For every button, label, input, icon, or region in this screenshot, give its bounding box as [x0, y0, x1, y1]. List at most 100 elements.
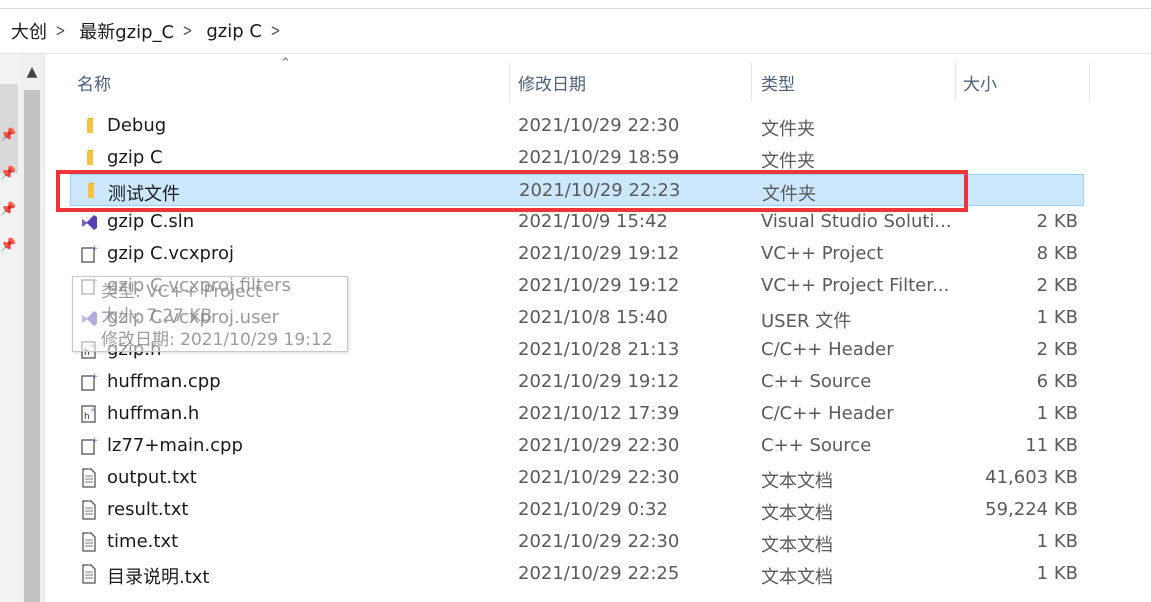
file-name: huffman.cpp: [107, 371, 221, 392]
file-name: 目录说明.txt: [107, 567, 210, 588]
file-type: 文本文档: [761, 503, 833, 524]
file-row[interactable]: result.txt 2021/10/29 0:32 文本文档 59,224 KB: [70, 494, 1084, 526]
file-type: C/C++ Header: [761, 403, 894, 424]
file-date: 2021/10/29 22:30: [518, 531, 680, 552]
file-row[interactable]: + lz77+main.cpp 2021/10/29 22:30 C++ Source…: [70, 430, 1084, 462]
folder-icon: [79, 147, 99, 169]
file-type: C++ Source: [761, 435, 872, 456]
tooltip-type: 类型: VC++ Project: [101, 282, 262, 302]
column-header: ⌃ 名称 修改日期 类型 大小: [44, 54, 1151, 106]
file-type: 文件夹: [761, 119, 815, 140]
file-type: C++ Source: [761, 371, 872, 392]
pin-icon: 📌: [0, 238, 17, 253]
breadcrumb-item-2[interactable]: gzip C: [196, 21, 268, 42]
file-date: 2021/10/29 22:30: [518, 467, 680, 488]
file-row[interactable]: 目录说明.txt 2021/10/29 22:25 文本文档 1 KB: [70, 558, 1084, 590]
svg-text:+: +: [91, 436, 99, 446]
file-name: output.txt: [107, 467, 197, 488]
cpp-file-icon: +: [79, 435, 99, 457]
breadcrumb-item-0[interactable]: 大创: [0, 18, 53, 44]
file-row[interactable]: time.txt 2021/10/29 22:30 文本文档 1 KB: [70, 526, 1084, 558]
file-name: gzip C.sln: [107, 211, 195, 232]
title-bar-edge: [0, 0, 1151, 9]
breadcrumb[interactable]: 大创 > 最新gzip_C > gzip C >: [0, 9, 1151, 54]
file-date: 2021/10/28 21:13: [518, 339, 680, 360]
file-date: 2021/10/29 18:59: [518, 147, 680, 168]
chevron-right-icon[interactable]: >: [55, 21, 66, 41]
chevron-right-icon[interactable]: >: [270, 21, 281, 41]
text-file-icon: [79, 563, 99, 585]
red-annotation-box: [56, 170, 968, 212]
file-date: 2021/10/8 15:40: [518, 307, 668, 328]
file-name: huffman.h: [107, 403, 200, 424]
breadcrumb-item-1[interactable]: 最新gzip_C: [69, 18, 180, 44]
file-type: 文本文档: [761, 471, 833, 492]
pin-icon: 📌: [0, 202, 17, 217]
folder-icon: [79, 115, 99, 137]
file-size: 1 KB: [1036, 307, 1078, 328]
scroll-thumb[interactable]: [24, 90, 40, 602]
file-name: result.txt: [107, 499, 189, 520]
file-type: USER 文件: [761, 311, 852, 332]
file-row[interactable]: + huffman.cpp 2021/10/29 19:12 C++ Source 6 …: [70, 366, 1084, 398]
column-size[interactable]: 大小: [963, 70, 997, 95]
file-row[interactable]: + gzip C.vcxproj 2021/10/29 19:12 VC++ Proj…: [70, 238, 1084, 270]
column-name[interactable]: 名称: [77, 70, 111, 95]
file-type: VC++ Project Filter...: [761, 275, 950, 296]
file-date: 2021/10/29 22:30: [518, 115, 680, 136]
column-date[interactable]: 修改日期: [518, 70, 586, 95]
file-date: 2021/10/29 19:12: [518, 371, 680, 392]
file-size: 6 KB: [1036, 371, 1078, 392]
file-type: Visual Studio Soluti...: [761, 211, 952, 232]
sort-ascending-icon: ⌃: [280, 56, 291, 71]
file-info-tooltip: 类型: VC++ Project 大小: 7.27 KB 修改日期: 2021/…: [72, 276, 348, 352]
column-divider[interactable]: [509, 62, 510, 102]
file-row[interactable]: Debug 2021/10/29 22:30 文件夹: [70, 110, 1084, 142]
column-divider[interactable]: [955, 62, 956, 102]
text-file-icon: [79, 467, 99, 489]
file-date: 2021/10/9 15:42: [518, 211, 668, 232]
pin-icon: 📌: [0, 128, 17, 143]
file-date: 2021/10/29 19:12: [518, 243, 680, 264]
file-size: 59,224 KB: [985, 499, 1078, 520]
file-date: 2021/10/29 0:32: [518, 499, 668, 520]
vs-solution-icon: [79, 211, 99, 233]
file-type: VC++ Project: [761, 243, 884, 264]
chevron-right-icon[interactable]: >: [183, 21, 194, 41]
file-date: 2021/10/12 17:39: [518, 403, 680, 424]
file-name: lz77+main.cpp: [107, 435, 243, 456]
tooltip-date: 修改日期: 2021/10/29 19:12: [101, 330, 333, 350]
file-size: 11 KB: [1025, 435, 1078, 456]
file-type: 文本文档: [761, 535, 833, 556]
file-name: Debug: [107, 115, 167, 136]
file-size: 1 KB: [1036, 563, 1078, 584]
scroll-up-arrow-icon[interactable]: ▲: [24, 64, 40, 80]
vcxproj-icon: +: [79, 243, 99, 265]
svg-text:+: +: [90, 406, 96, 414]
file-size: 2 KB: [1036, 275, 1078, 296]
file-row[interactable]: output.txt 2021/10/29 22:30 文本文档 41,603 KB: [70, 462, 1084, 494]
svg-text:+: +: [91, 244, 99, 254]
file-row[interactable]: h + huffman.h 2021/10/12 17:39 C/C++ Header 1…: [70, 398, 1084, 430]
file-type: C/C++ Header: [761, 339, 894, 360]
navigation-pane[interactable]: 📌 📌 📌 📌: [0, 54, 20, 602]
cpp-file-icon: +: [79, 371, 99, 393]
pin-icon: 📌: [0, 166, 17, 181]
file-size: 41,603 KB: [985, 467, 1078, 488]
column-divider[interactable]: [1089, 62, 1090, 102]
file-date: 2021/10/29 22:30: [518, 435, 680, 456]
file-size: 1 KB: [1036, 531, 1078, 552]
file-size: 2 KB: [1036, 339, 1078, 360]
header-file-icon: h+: [79, 403, 99, 425]
text-file-icon: [79, 499, 99, 521]
file-date: 2021/10/29 19:12: [518, 275, 680, 296]
file-size: 8 KB: [1036, 243, 1078, 264]
column-type[interactable]: 类型: [761, 70, 795, 95]
text-file-icon: [79, 531, 99, 553]
svg-text:+: +: [91, 372, 99, 382]
file-date: 2021/10/29 22:25: [518, 563, 680, 584]
file-name: time.txt: [107, 531, 179, 552]
file-name: gzip C: [107, 147, 163, 168]
column-divider[interactable]: [751, 62, 752, 102]
nav-scrollbar[interactable]: ▲: [20, 54, 45, 602]
